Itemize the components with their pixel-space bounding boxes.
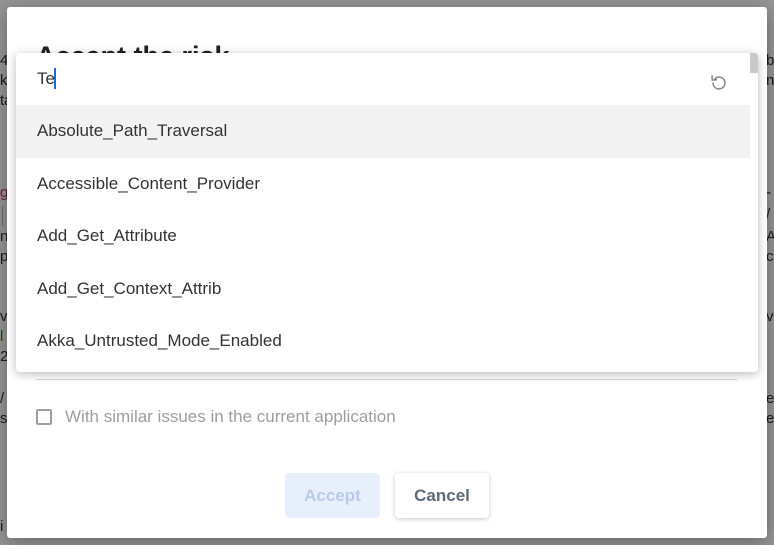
text-caret: [54, 68, 56, 89]
option-item[interactable]: Add_Get_Context_Attrib: [16, 263, 750, 316]
search-input[interactable]: Te: [37, 69, 55, 89]
issue-type-dropdown: Te Absolute_Path_Traversal Accessible_Co…: [16, 53, 758, 372]
option-item[interactable]: Akka_Untrusted_Mode_Enabled: [16, 315, 750, 368]
similar-issues-checkbox[interactable]: [36, 409, 52, 425]
accept-button[interactable]: Accept: [285, 473, 380, 518]
similar-issues-label: With similar issues in the current appli…: [65, 407, 396, 426]
option-item[interactable]: Accessible_Content_Provider: [16, 158, 750, 211]
scrollbar[interactable]: [750, 53, 758, 372]
divider: [36, 379, 737, 380]
cancel-button[interactable]: Cancel: [395, 473, 489, 518]
search-row: Te: [16, 53, 750, 105]
option-item[interactable]: Absolute_Path_Traversal: [16, 105, 750, 158]
refresh-icon[interactable]: [708, 72, 730, 94]
option-item[interactable]: Add_Get_Attribute: [16, 210, 750, 263]
scrollbar-thumb[interactable]: [750, 53, 758, 73]
similar-issues-option[interactable]: With similar issues in the current appli…: [36, 407, 396, 427]
option-list: Absolute_Path_Traversal Accessible_Conte…: [16, 105, 750, 368]
